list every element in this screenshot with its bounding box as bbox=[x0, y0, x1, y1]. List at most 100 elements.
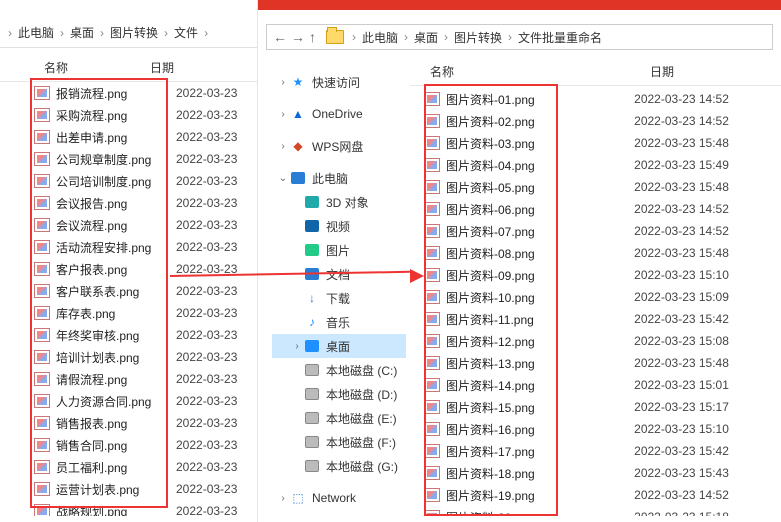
file-row[interactable]: 销售报表.png2022-03-23 bbox=[34, 412, 256, 434]
breadcrumb-item[interactable]: 文件 bbox=[170, 24, 202, 41]
down-icon: ↓ bbox=[304, 290, 320, 306]
image-file-icon bbox=[34, 460, 50, 474]
file-name: 图片资料-02.png bbox=[446, 113, 634, 130]
back-icon[interactable]: ← bbox=[273, 29, 287, 45]
file-row[interactable]: 图片资料-02.png2022-03-23 14:52 bbox=[424, 110, 771, 132]
file-row[interactable]: 图片资料-08.png2022-03-23 15:48 bbox=[424, 242, 771, 264]
up-icon[interactable]: ↑ bbox=[309, 29, 316, 45]
column-date[interactable]: 日期 bbox=[650, 63, 781, 80]
file-row[interactable]: 采购流程.png2022-03-23 bbox=[34, 104, 256, 126]
tree-item-desk[interactable]: ›桌面 bbox=[272, 334, 406, 358]
tree-item-disk[interactable]: 本地磁盘 (C:) bbox=[272, 358, 406, 382]
tree-item-wps[interactable]: ›◆WPS网盘 bbox=[272, 134, 406, 158]
breadcrumb-item[interactable]: 桌面 bbox=[66, 24, 98, 41]
breadcrumb-item[interactable]: 此电脑 bbox=[358, 29, 402, 46]
breadcrumb-item[interactable]: 图片转换 bbox=[106, 24, 162, 41]
tree-item-down[interactable]: ↓下载 bbox=[272, 286, 406, 310]
file-list-left[interactable]: 报销流程.png2022-03-23采购流程.png2022-03-23出差申请… bbox=[34, 82, 256, 516]
file-row[interactable]: 运营计划表.png2022-03-23 bbox=[34, 478, 256, 500]
forward-icon[interactable]: → bbox=[291, 29, 305, 45]
file-row[interactable]: 年终奖审核.png2022-03-23 bbox=[34, 324, 256, 346]
file-row[interactable]: 图片资料-14.png2022-03-23 15:01 bbox=[424, 374, 771, 396]
file-name: 请假流程.png bbox=[56, 371, 176, 388]
file-row[interactable]: 图片资料-04.png2022-03-23 15:49 bbox=[424, 154, 771, 176]
tree-item-net[interactable]: ›⬚Network bbox=[272, 486, 406, 510]
file-row[interactable]: 图片资料-05.png2022-03-23 15:48 bbox=[424, 176, 771, 198]
file-row[interactable]: 请假流程.png2022-03-23 bbox=[34, 368, 256, 390]
file-row[interactable]: 图片资料-07.png2022-03-23 14:52 bbox=[424, 220, 771, 242]
image-file-icon bbox=[34, 284, 50, 298]
tree-item-video[interactable]: 视频 bbox=[272, 214, 406, 238]
file-name: 员工福利.png bbox=[56, 459, 176, 476]
tree-label: 音乐 bbox=[326, 314, 350, 331]
window-top-accent bbox=[258, 0, 781, 10]
tree-item-3d[interactable]: 3D 对象 bbox=[272, 190, 406, 214]
file-row[interactable]: 图片资料-13.png2022-03-23 15:48 bbox=[424, 352, 771, 374]
pic-icon bbox=[304, 242, 320, 258]
file-row[interactable]: 活动流程安排.png2022-03-23 bbox=[34, 236, 256, 258]
file-row[interactable]: 会议流程.png2022-03-23 bbox=[34, 214, 256, 236]
breadcrumb-right[interactable]: ← → ↑ › 此电脑 › 桌面 › 图片转换 › 文件批量重命名 bbox=[266, 24, 773, 50]
file-row[interactable]: 图片资料-09.png2022-03-23 15:10 bbox=[424, 264, 771, 286]
tree-item-disk[interactable]: 本地磁盘 (F:) bbox=[272, 430, 406, 454]
chevron-right-icon: › bbox=[162, 26, 170, 40]
file-row[interactable]: 图片资料-12.png2022-03-23 15:08 bbox=[424, 330, 771, 352]
file-row[interactable]: 图片资料-19.png2022-03-23 14:52 bbox=[424, 484, 771, 506]
image-file-icon bbox=[34, 174, 50, 188]
file-row[interactable]: 图片资料-03.png2022-03-23 15:48 bbox=[424, 132, 771, 154]
file-name: 销售报表.png bbox=[56, 415, 176, 432]
tree-item-pc[interactable]: ⌄此电脑 bbox=[272, 166, 406, 190]
tree-item-doc[interactable]: 文档 bbox=[272, 262, 406, 286]
column-name[interactable]: 名称 bbox=[0, 59, 150, 76]
file-date: 2022-03-23 15:18 bbox=[634, 510, 771, 516]
file-row[interactable]: 图片资料-18.png2022-03-23 15:43 bbox=[424, 462, 771, 484]
file-row[interactable]: 出差申请.png2022-03-23 bbox=[34, 126, 256, 148]
breadcrumb-item[interactable]: 图片转换 bbox=[450, 29, 506, 46]
file-row[interactable]: 公司规章制度.png2022-03-23 bbox=[34, 148, 256, 170]
file-row[interactable]: 图片资料-20.png2022-03-23 15:18 bbox=[424, 506, 771, 516]
file-row[interactable]: 图片资料-11.png2022-03-23 15:42 bbox=[424, 308, 771, 330]
image-file-icon bbox=[34, 86, 50, 100]
file-row[interactable]: 人力资源合同.png2022-03-23 bbox=[34, 390, 256, 412]
file-row[interactable]: 图片资料-17.png2022-03-23 15:42 bbox=[424, 440, 771, 462]
image-file-icon bbox=[34, 438, 50, 452]
file-row[interactable]: 战略规划.png2022-03-23 bbox=[34, 500, 256, 516]
file-date: 2022-03-23 15:01 bbox=[634, 378, 771, 392]
file-row[interactable]: 培训计划表.png2022-03-23 bbox=[34, 346, 256, 368]
nav-tree[interactable]: ›★快速访问 ›▲OneDrive ›◆WPS网盘 ⌄此电脑3D 对象视频图片文档↓下… bbox=[272, 70, 406, 516]
file-row[interactable]: 销售合同.png2022-03-23 bbox=[34, 434, 256, 456]
breadcrumb-item[interactable]: 桌面 bbox=[410, 29, 442, 46]
column-date[interactable]: 日期 bbox=[150, 59, 240, 76]
file-row[interactable]: 客户联系表.png2022-03-23 bbox=[34, 280, 256, 302]
file-row[interactable]: 图片资料-10.png2022-03-23 15:09 bbox=[424, 286, 771, 308]
file-row[interactable]: 客户报表.png2022-03-23 bbox=[34, 258, 256, 280]
file-row[interactable]: 库存表.png2022-03-23 bbox=[34, 302, 256, 324]
tree-label: OneDrive bbox=[312, 107, 363, 121]
file-row[interactable]: 会议报告.png2022-03-23 bbox=[34, 192, 256, 214]
image-file-icon bbox=[424, 444, 440, 458]
file-row[interactable]: 图片资料-01.png2022-03-23 14:52 bbox=[424, 88, 771, 110]
file-row[interactable]: 图片资料-16.png2022-03-23 15:10 bbox=[424, 418, 771, 440]
tree-label: 本地磁盘 (G:) bbox=[326, 458, 398, 475]
file-row[interactable]: 报销流程.png2022-03-23 bbox=[34, 82, 256, 104]
file-row[interactable]: 员工福利.png2022-03-23 bbox=[34, 456, 256, 478]
tree-item-cloud[interactable]: ›▲OneDrive bbox=[272, 102, 406, 126]
file-name: 图片资料-10.png bbox=[446, 289, 634, 306]
breadcrumb-item[interactable]: 文件批量重命名 bbox=[514, 29, 606, 46]
tree-item-disk[interactable]: 本地磁盘 (G:) bbox=[272, 454, 406, 478]
tree-item-pic[interactable]: 图片 bbox=[272, 238, 406, 262]
file-name: 图片资料-11.png bbox=[446, 311, 634, 328]
file-row[interactable]: 图片资料-06.png2022-03-23 14:52 bbox=[424, 198, 771, 220]
tree-item-disk[interactable]: 本地磁盘 (D:) bbox=[272, 382, 406, 406]
breadcrumb-left[interactable]: › 此电脑 › 桌面 › 图片转换 › 文件 › bbox=[0, 18, 257, 48]
image-file-icon bbox=[34, 152, 50, 166]
tree-item-music[interactable]: ♪音乐 bbox=[272, 310, 406, 334]
column-name[interactable]: 名称 bbox=[410, 63, 650, 80]
file-row[interactable]: 公司培训制度.png2022-03-23 bbox=[34, 170, 256, 192]
breadcrumb-item[interactable]: 此电脑 bbox=[14, 24, 58, 41]
file-date: 2022-03-23 15:48 bbox=[634, 180, 771, 194]
tree-item-star[interactable]: ›★快速访问 bbox=[272, 70, 406, 94]
file-row[interactable]: 图片资料-15.png2022-03-23 15:17 bbox=[424, 396, 771, 418]
tree-item-disk[interactable]: 本地磁盘 (E:) bbox=[272, 406, 406, 430]
file-list-right[interactable]: 图片资料-01.png2022-03-23 14:52图片资料-02.png20… bbox=[424, 88, 771, 516]
